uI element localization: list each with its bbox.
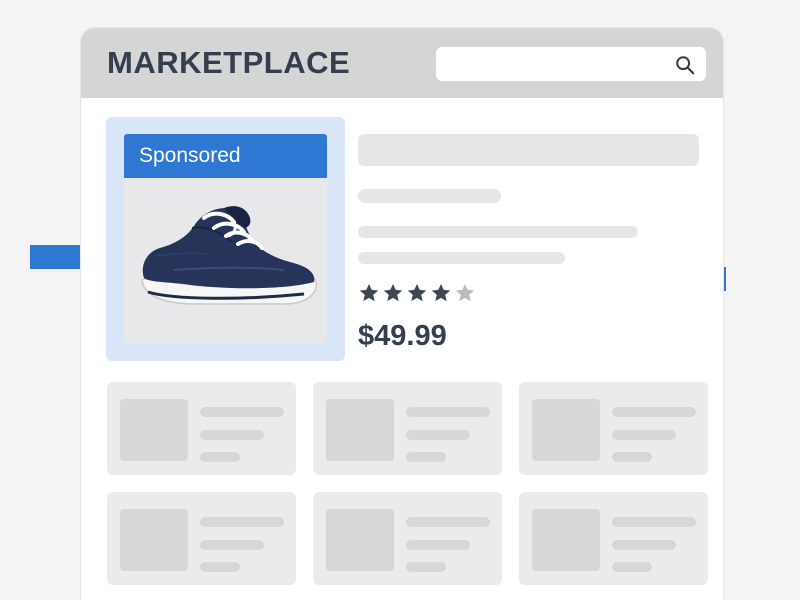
screen: MARKETPLACE Sponsored $49.99: [0, 0, 800, 600]
text-placeholder-line: [612, 540, 676, 550]
search-box[interactable]: [436, 47, 706, 81]
star-rating: [358, 282, 476, 308]
top-bar: MARKETPLACE: [81, 28, 723, 98]
sponsored-product-card[interactable]: Sponsored: [124, 134, 327, 343]
sponsored-highlight: Sponsored: [106, 117, 345, 361]
thumbnail-placeholder: [326, 509, 394, 571]
product-placeholder-card[interactable]: [313, 492, 502, 585]
search-input[interactable]: [436, 47, 661, 81]
text-placeholder-line: [406, 430, 470, 440]
text-placeholder-line: [612, 430, 676, 440]
star-filled-icon: [359, 283, 379, 302]
product-placeholder-card[interactable]: [519, 382, 708, 475]
text-placeholder-line: [200, 430, 264, 440]
text-placeholder-line: [406, 407, 490, 417]
text-placeholder-line: [200, 540, 264, 550]
text-placeholder-line: [612, 517, 696, 527]
thumbnail-placeholder: [120, 399, 188, 461]
star-filled-icon: [407, 283, 427, 302]
thumbnail-placeholder: [326, 399, 394, 461]
product-placeholder-card[interactable]: [107, 492, 296, 585]
sponsored-product-info: $49.99: [358, 134, 703, 364]
text-placeholder-line: [200, 452, 240, 462]
text-placeholder-line: [612, 407, 696, 417]
thumbnail-placeholder: [120, 509, 188, 571]
text-placeholder-line: [406, 517, 490, 527]
product-placeholder-card[interactable]: [107, 382, 296, 475]
search-icon[interactable]: [674, 54, 696, 76]
product-placeholder-card[interactable]: [313, 382, 502, 475]
text-placeholder-line: [200, 517, 284, 527]
text-placeholder-line: [612, 452, 652, 462]
thumbnail-placeholder: [532, 509, 600, 571]
site-logo-text[interactable]: MARKETPLACE: [107, 45, 350, 81]
description-placeholder-line: [358, 226, 638, 238]
marketplace-window: MARKETPLACE Sponsored $49.99: [81, 28, 723, 600]
text-placeholder-line: [200, 562, 240, 572]
subtitle-placeholder: [358, 189, 501, 203]
star-filled-icon: [431, 283, 451, 302]
title-placeholder: [358, 134, 699, 166]
sponsored-badge: Sponsored: [124, 134, 327, 178]
thumbnail-placeholder: [532, 399, 600, 461]
sneaker-image[interactable]: [134, 196, 319, 326]
star-filled-icon: [383, 283, 403, 302]
star-empty-icon: [455, 283, 475, 302]
text-placeholder-line: [406, 562, 446, 572]
description-placeholder-line: [358, 252, 565, 264]
text-placeholder-line: [406, 452, 446, 462]
text-placeholder-line: [200, 407, 284, 417]
product-placeholder-card[interactable]: [519, 492, 708, 585]
text-placeholder-line: [612, 562, 652, 572]
product-price: $49.99: [358, 320, 447, 352]
text-placeholder-line: [406, 540, 470, 550]
